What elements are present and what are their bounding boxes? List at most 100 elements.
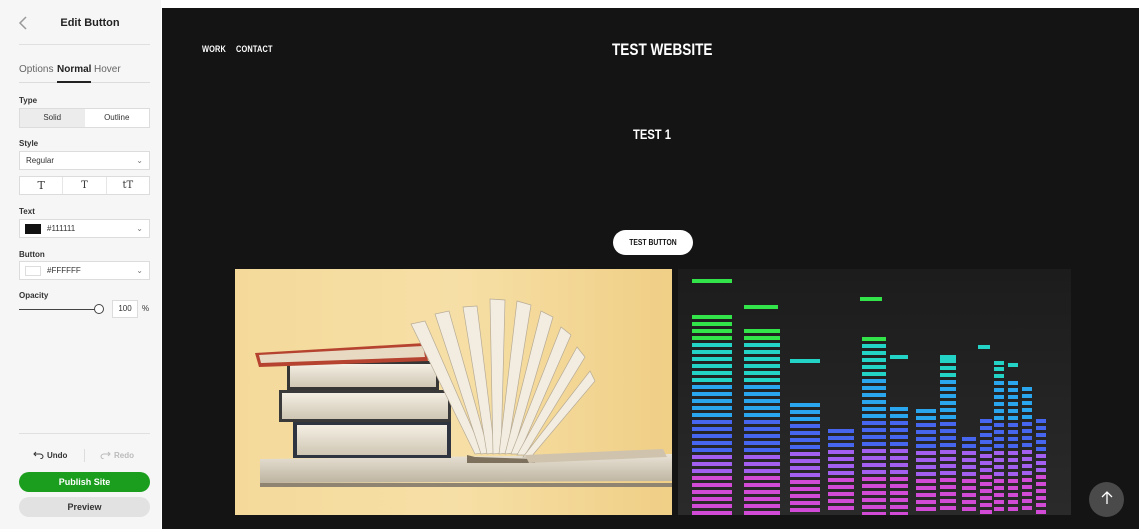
equalizer-segment (692, 392, 732, 396)
equalizer-segment (890, 470, 908, 474)
equalizer-segment (1022, 415, 1032, 419)
equalizer-segment (940, 478, 956, 482)
equalizer-segment (862, 372, 886, 376)
equalizer-segment (940, 492, 956, 496)
equalizer-segment (1008, 381, 1018, 385)
opacity-slider-handle[interactable] (94, 304, 104, 314)
equalizer-segment (1008, 451, 1018, 455)
nav-link-work[interactable]: WORK (202, 44, 226, 54)
equalizer-segment (744, 399, 780, 403)
text-color-select[interactable]: #111111 ⌄ (19, 219, 150, 238)
transform-normal-button[interactable]: T (20, 177, 64, 194)
equalizer-peak (1022, 387, 1032, 391)
equalizer-segment (862, 449, 886, 453)
equalizer-segment (940, 499, 956, 503)
chevron-left-icon[interactable] (17, 15, 31, 31)
equalizer-segment (994, 437, 1004, 441)
equalizer-segment (940, 436, 956, 440)
equalizer-segment (828, 478, 854, 482)
equalizer-segment (890, 428, 908, 432)
type-solid-button[interactable]: Solid (20, 109, 85, 127)
test-button[interactable]: TEST BUTTON (613, 230, 693, 255)
equalizer-segment (744, 469, 780, 473)
equalizer-segment (1036, 447, 1046, 451)
equalizer-segment (692, 399, 732, 403)
equalizer-segment (980, 433, 992, 437)
type-outline-button[interactable]: Outline (85, 109, 150, 127)
equalizer-segment (994, 465, 1004, 469)
equalizer-segment (790, 487, 820, 491)
equalizer-segment (744, 427, 780, 431)
equalizer-segment (1036, 454, 1046, 458)
equalizer-segment (1022, 485, 1032, 489)
equalizer-segment (790, 473, 820, 477)
equalizer-segment (828, 464, 854, 468)
equalizer-segment (1036, 496, 1046, 500)
equalizer-segment (962, 507, 976, 511)
equalizer-segment (790, 410, 820, 414)
equalizer-segment (940, 429, 956, 433)
scroll-to-top-button[interactable] (1089, 482, 1124, 517)
button-color-select[interactable]: #FFFFFF ⌄ (19, 261, 150, 280)
equalizer-segment (862, 421, 886, 425)
opacity-input[interactable]: 100 (112, 300, 138, 318)
panel-header: Edit Button (0, 0, 161, 46)
equalizer-segment (1022, 401, 1032, 405)
equalizer-segment (744, 448, 780, 452)
equalizer-segment (862, 337, 886, 341)
equalizer-segment (1036, 475, 1046, 479)
equalizer-segment (1008, 416, 1018, 420)
section-heading: TEST 1 (633, 126, 671, 142)
tab-hover[interactable]: Hover (94, 63, 121, 83)
preview-button[interactable]: Preview (19, 497, 150, 517)
equalizer-segment (962, 472, 976, 476)
transform-uppercase-button[interactable]: T (63, 177, 107, 194)
equalizer-segment (940, 415, 956, 419)
text-transform-group: T T tT (19, 176, 150, 195)
equalizer-segment (744, 371, 780, 375)
equalizer-segment (828, 457, 854, 461)
equalizer-segment (1036, 489, 1046, 493)
equalizer-segment (692, 378, 732, 382)
equalizer-segment (980, 482, 992, 486)
undo-label: Undo (47, 451, 68, 460)
tab-normal[interactable]: Normal (57, 63, 92, 83)
equalizer-segment (692, 469, 732, 473)
equalizer-segment (744, 413, 780, 417)
equalizer-segment (916, 465, 936, 469)
equalizer-segment (862, 414, 886, 418)
redo-button[interactable]: Redo (100, 451, 134, 460)
style-select[interactable]: Regular ⌄ (19, 151, 150, 170)
equalizer-segment (692, 343, 732, 347)
equalizer-segment (862, 456, 886, 460)
equalizer-segment (1008, 507, 1018, 511)
nav-link-contact[interactable]: CONTACT (236, 44, 273, 54)
equalizer-segment (890, 498, 908, 502)
equalizer-segment (940, 485, 956, 489)
equalizer-segment (1022, 408, 1032, 412)
equalizer-segment (828, 436, 854, 440)
opacity-slider-track[interactable] (19, 309, 97, 310)
equalizer-segment (790, 424, 820, 428)
button-label: Button (19, 250, 45, 259)
equalizer-segment (890, 484, 908, 488)
publish-site-button[interactable]: Publish Site (19, 472, 150, 492)
equalizer-segment (862, 463, 886, 467)
equalizer-segment (692, 336, 732, 340)
equalizer-segment (744, 350, 780, 354)
equalizer-segment (744, 357, 780, 361)
equalizer-segment (862, 470, 886, 474)
equalizer-segment (692, 462, 732, 466)
equalizer-segment (692, 322, 732, 326)
equalizer-segment (862, 344, 886, 348)
equalizer-segment (980, 510, 992, 514)
undo-button[interactable]: Undo (33, 451, 67, 460)
transform-capitalize-button[interactable]: tT (107, 177, 149, 194)
equalizer-segment (1008, 500, 1018, 504)
equalizer-segment (980, 426, 992, 430)
equalizer-segment (916, 444, 936, 448)
equalizer-segment (994, 402, 1004, 406)
equalizer-segment (890, 407, 908, 411)
tab-options[interactable]: Options (19, 63, 53, 83)
equalizer-segment (862, 442, 886, 446)
